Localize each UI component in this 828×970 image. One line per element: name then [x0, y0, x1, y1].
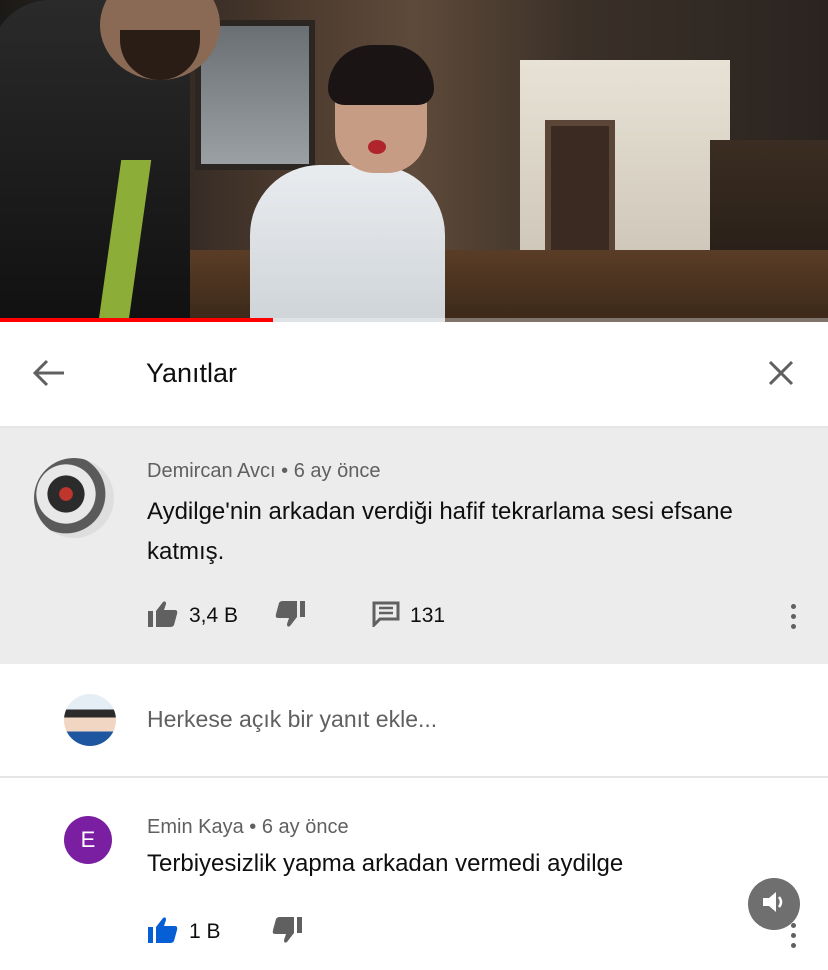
reply-like-button[interactable]: 1 B	[147, 914, 221, 950]
commenter-avatar[interactable]	[34, 458, 114, 538]
video-person-center-mouth	[368, 140, 386, 154]
like-count: 3,4 B	[189, 604, 239, 627]
reply-text: Terbiyesizlik yapma arkadan vermedi aydi…	[147, 850, 624, 877]
meta-separator: •	[249, 816, 257, 838]
more-vertical-icon	[790, 923, 796, 948]
video-player[interactable]	[0, 0, 828, 322]
more-vertical-icon	[790, 603, 796, 629]
thumb-down-icon	[274, 600, 306, 633]
comment-more-button[interactable]	[778, 598, 808, 634]
reply-actions: 1 B	[147, 914, 303, 950]
reply-dislike-button[interactable]	[271, 914, 303, 950]
reply-count-button[interactable]: 131	[372, 598, 445, 634]
replies-header: Yanıtlar	[0, 322, 828, 428]
thumb-up-icon	[147, 600, 179, 633]
thumb-up-icon	[147, 916, 179, 949]
video-person-center-hair	[328, 45, 434, 105]
dislike-button[interactable]	[274, 598, 306, 634]
like-button[interactable]: 3,4 B	[147, 598, 238, 634]
header-title: Yanıtlar	[146, 358, 238, 388]
reply-time: 6 ay önce	[261, 816, 349, 838]
reply-like-count: 1 B	[189, 920, 221, 943]
reply-meta: Emin Kaya • 6 ay önce	[147, 816, 349, 839]
arrow-left-icon	[32, 358, 66, 393]
comment-icon	[372, 601, 400, 632]
comment-actions: 3,4 B 131	[147, 598, 445, 634]
thumb-down-icon	[271, 916, 303, 949]
reply-count: 131	[410, 604, 446, 627]
reply-avatar[interactable]: E	[64, 816, 112, 864]
video-person-center	[250, 165, 445, 322]
comment-author[interactable]: Demircan Avcı	[147, 460, 276, 482]
comment-text: Aydilge'nin arkadan verdiği hafif tekrar…	[147, 498, 733, 565]
speaker-icon	[761, 890, 787, 919]
meta-separator: •	[281, 460, 289, 482]
close-icon	[767, 359, 795, 392]
close-button[interactable]	[758, 352, 804, 398]
back-button[interactable]	[24, 352, 74, 398]
user-avatar	[64, 694, 116, 746]
comment-time: 6 ay önce	[293, 460, 381, 482]
mute-button[interactable]	[748, 878, 800, 930]
reply-input[interactable]: Herkese açık bir yanıt ekle...	[147, 706, 437, 733]
reply-author[interactable]: Emin Kaya	[147, 816, 244, 838]
reply-comment: E Emin Kaya • 6 ay önce Terbiyesizlik ya…	[0, 778, 828, 970]
comment-meta: Demircan Avcı • 6 ay önce	[147, 460, 380, 483]
add-reply-row: Herkese açık bir yanıt ekle...	[0, 664, 828, 778]
parent-comment: Demircan Avcı • 6 ay önce Aydilge'nin ar…	[0, 428, 828, 664]
